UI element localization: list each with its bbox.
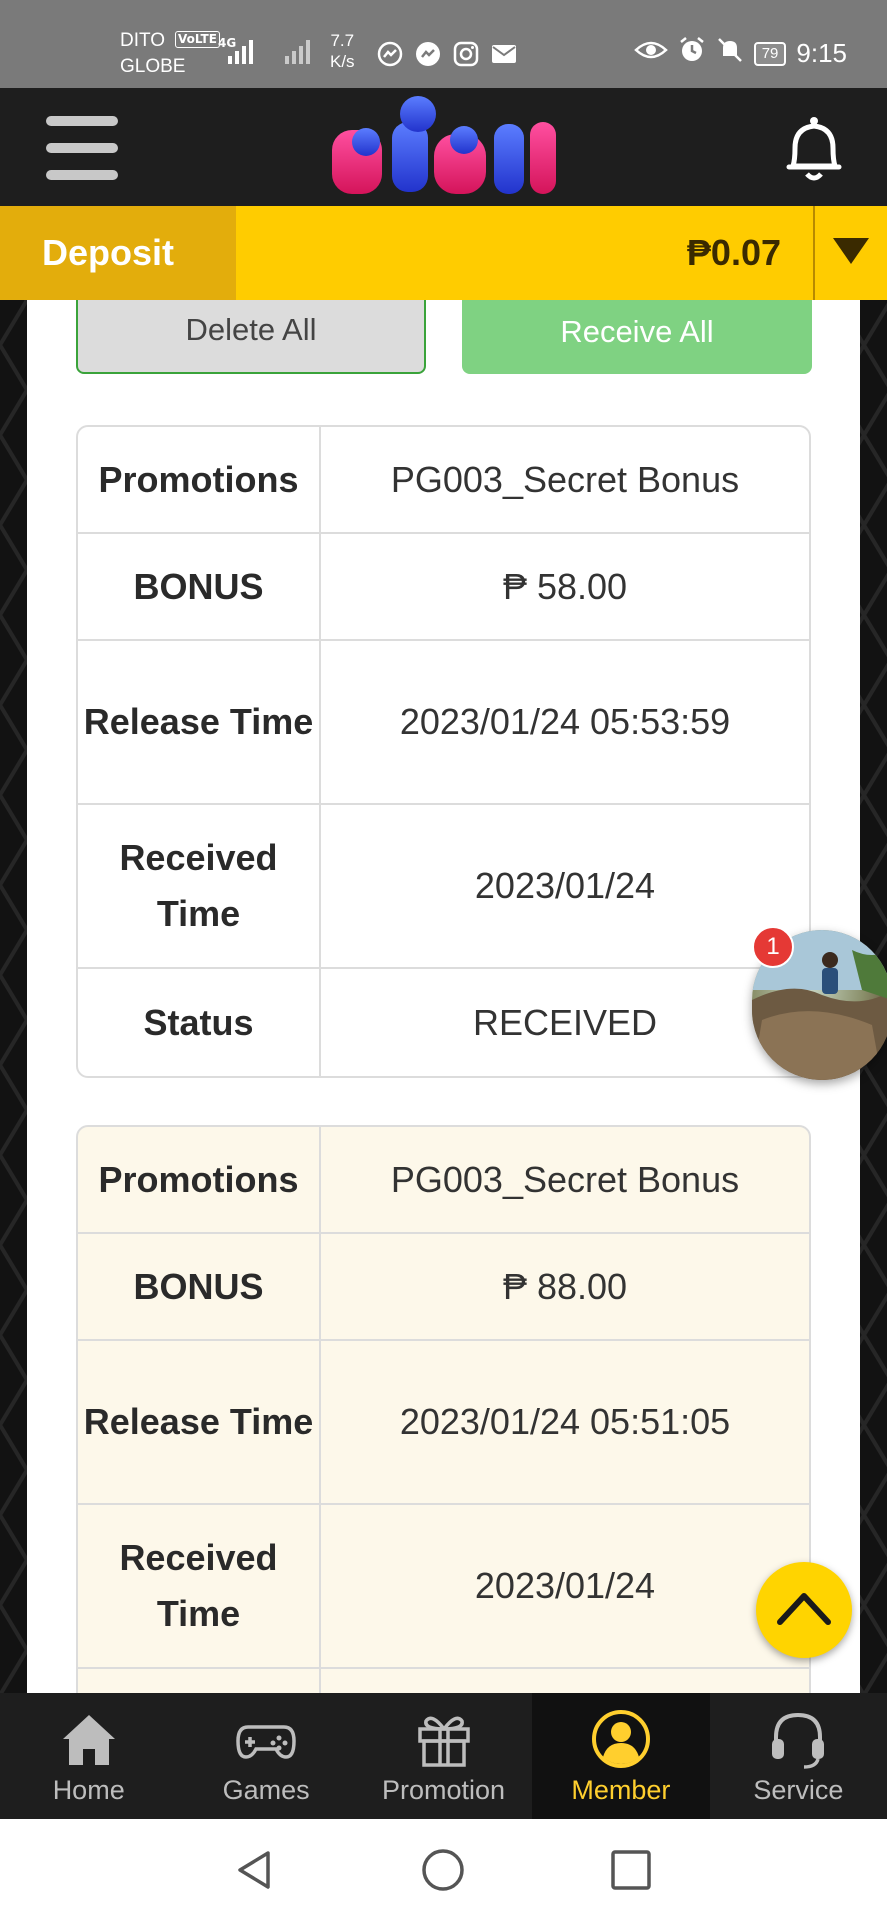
- bottom-navigation: Home Games Promotion Member Service: [0, 1693, 887, 1819]
- wallet-balance: ₱0.07: [686, 232, 781, 273]
- nav-home[interactable]: Home: [0, 1693, 177, 1819]
- table-row: BONUS ₱ 88.00: [78, 1234, 809, 1341]
- gift-icon: [417, 1716, 470, 1767]
- nav-member-label: Member: [571, 1775, 671, 1805]
- bulk-actions: Delete All Receive All: [76, 300, 812, 374]
- gamepad-icon: [236, 1725, 296, 1759]
- received-time-value: 2023/01/24: [474, 865, 656, 906]
- table-row: Release Time 2023/01/24 05:51:05: [78, 1341, 809, 1505]
- volte-icon: VoLTE: [175, 31, 220, 48]
- notification-badge: 1: [752, 926, 794, 968]
- received-time-label: Received Time: [78, 805, 321, 967]
- caret-down-icon: [831, 236, 871, 270]
- scroll-to-top-button[interactable]: [756, 1562, 852, 1658]
- signal-icon: [228, 38, 253, 64]
- mute-icon: [716, 36, 744, 71]
- received-time-label: Received Time: [78, 1505, 321, 1667]
- bonus-records-panel: Delete All Receive All Promotions PG003_…: [27, 300, 860, 1693]
- table-row: Promotions PG003_Secret Bonus: [78, 427, 809, 534]
- nav-promotion[interactable]: Promotion: [355, 1693, 532, 1819]
- nav-member[interactable]: Member: [532, 1693, 710, 1819]
- eye-icon: [633, 38, 668, 69]
- release-time-value: 2023/01/24 05:53:59: [399, 701, 731, 742]
- chevron-up-icon: [774, 1588, 834, 1632]
- release-time-label: Release Time: [78, 1341, 321, 1503]
- bonus-record-card: Promotions PG003_Secret Bonus BONUS ₱ 88…: [76, 1125, 811, 1693]
- nav-games-label: Games: [222, 1775, 310, 1805]
- table-row: Status RECEIVED: [78, 969, 809, 1076]
- menu-icon[interactable]: [46, 112, 118, 184]
- delete-all-button[interactable]: Delete All: [76, 300, 426, 374]
- home-icon: [62, 1715, 115, 1765]
- bonus-label: BONUS: [78, 534, 321, 639]
- table-row: Promotions PG003_Secret Bonus: [78, 1127, 809, 1234]
- status-value: [321, 1669, 809, 1693]
- promotions-label: Promotions: [78, 1127, 321, 1232]
- notification-icons: [376, 40, 518, 68]
- recents-icon[interactable]: [608, 1847, 654, 1893]
- table-row: Release Time 2023/01/24 05:53:59: [78, 641, 809, 805]
- back-icon[interactable]: [232, 1847, 278, 1893]
- nav-home-label: Home: [52, 1775, 125, 1805]
- release-time-value: 2023/01/24 05:51:05: [399, 1401, 731, 1442]
- headset-icon: [772, 1712, 825, 1769]
- promotions-value: PG003_Secret Bonus: [390, 1158, 740, 1200]
- deposit-bar: Deposit ₱0.07: [0, 206, 887, 300]
- bonus-label: BONUS: [78, 1234, 321, 1339]
- bonus-value: ₱ 88.00: [502, 1265, 628, 1307]
- alarm-icon: [678, 36, 706, 71]
- table-row: Received Time 2023/01/24: [78, 805, 809, 969]
- promotions-value: PG003_Secret Bonus: [390, 458, 740, 500]
- home-circle-icon[interactable]: [420, 1847, 466, 1893]
- nav-promotion-label: Promotion: [381, 1775, 506, 1805]
- speed-value: 7.7: [330, 31, 355, 50]
- battery-indicator: 79: [753, 41, 787, 66]
- release-time-label: Release Time: [78, 641, 321, 803]
- clock: 9:15: [796, 38, 847, 68]
- table-row: BONUS ₱ 58.00: [78, 534, 809, 641]
- app-header: [0, 88, 887, 206]
- carrier-2: GLOBE: [120, 56, 186, 77]
- speed-unit: K/s: [330, 52, 355, 71]
- messenger-2-icon: [414, 40, 442, 68]
- status-value: RECEIVED: [472, 1001, 658, 1043]
- member-icon: [591, 1710, 650, 1768]
- network-speed: 7.7 K/s: [330, 30, 355, 72]
- brand-logo[interactable]: [326, 92, 562, 202]
- bonus-record-card: Promotions PG003_Secret Bonus BONUS ₱ 58…: [76, 425, 811, 1078]
- balance-dropdown[interactable]: [813, 206, 887, 300]
- nav-games[interactable]: Games: [177, 1693, 354, 1819]
- messenger-icon: [376, 40, 404, 68]
- bonus-value: ₱ 58.00: [502, 565, 628, 607]
- promotions-label: Promotions: [78, 427, 321, 532]
- status-right: 79 9:15: [633, 36, 847, 71]
- deposit-button[interactable]: Deposit: [0, 206, 236, 300]
- signal-2-icon: [285, 38, 310, 64]
- bell-icon[interactable]: [781, 112, 847, 184]
- nav-service[interactable]: Service: [710, 1693, 887, 1819]
- status-label: Status: [78, 969, 321, 1076]
- instagram-icon: [452, 40, 480, 68]
- nav-service-label: Service: [753, 1775, 844, 1805]
- received-time-value: 2023/01/24: [474, 1565, 656, 1606]
- status-bar: DITO GLOBE VoLTE 4G 7.7 K/s 79 9:15: [0, 0, 887, 88]
- system-navigation-bar: [0, 1819, 887, 1920]
- table-row: [78, 1669, 809, 1693]
- status-label: [78, 1669, 321, 1693]
- receive-all-button[interactable]: Receive All: [462, 300, 812, 374]
- table-row: Received Time 2023/01/24: [78, 1505, 809, 1669]
- mail-icon: [490, 40, 518, 68]
